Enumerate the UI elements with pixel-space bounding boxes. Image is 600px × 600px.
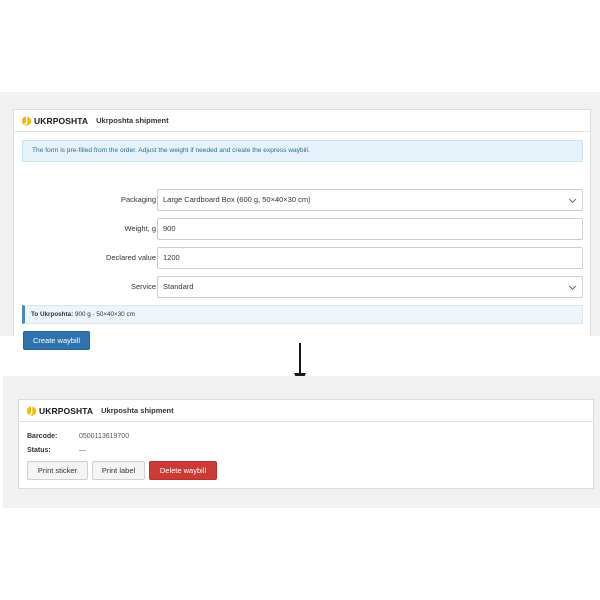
packaging-select[interactable]: Large Cardboard Box (600 g, 50×40×30 cm) [157,189,583,211]
brand-logo: UKRPOSHTA [21,115,88,126]
declared-value-label: Declared value [105,253,156,262]
brand-logo: UKRPOSHTA [26,405,93,416]
print-label-button[interactable]: Print label [92,461,145,480]
shipment-form-panel: UKRPOSHTA Ukrposhta shipment The form is… [13,109,592,350]
panel-title: Ukrposhta shipment [101,406,174,415]
status-value: — [79,447,86,454]
summary-value: 900 g · 50×40×30 cm [74,311,135,318]
service-row: Service Standard [14,276,592,298]
chevron-down-icon [568,195,577,204]
ukrposhta-logo-icon [21,116,32,126]
brand-name: UKRPOSHTA [34,115,89,126]
declared-value-value: 1200 [163,253,180,262]
info-alert: The form is pre-filled from the order. A… [22,140,583,162]
status-label: Status: [27,447,51,454]
before-screenshot: UKRPOSHTA Ukrposhta shipment The form is… [0,92,600,350]
barcode-label: Barcode: [27,433,58,440]
declared-value-row: Declared value 1200 [14,247,592,269]
weight-value: 900 [163,224,176,233]
delete-waybill-button[interactable]: Delete waybill [149,461,217,480]
panel-header: UKRPOSHTA Ukrposhta shipment [14,110,590,132]
summary-bar: To Ukrposhta: 900 g · 50×40×30 cm [22,305,583,324]
panel-header: UKRPOSHTA Ukrposhta shipment [19,400,593,422]
service-value: Standard [163,282,194,291]
shipment-result-panel: UKRPOSHTA Ukrposhta shipment Barcode: 05… [18,399,594,489]
ukrposhta-logo-icon [26,406,37,416]
declared-value-input[interactable]: 1200 [157,247,583,269]
summary-label: To Ukrposhta: [31,311,74,318]
service-select[interactable]: Standard [157,276,583,298]
brand-name: UKRPOSHTA [39,405,94,416]
chevron-down-icon [568,282,577,291]
weight-row: Weight, g 900 [14,218,592,240]
packaging-row: Packaging Large Cardboard Box (600 g, 50… [14,189,592,211]
barcode-value: 0500113619700 [79,433,130,440]
after-screenshot: UKRPOSHTA Ukrposhta shipment Barcode: 05… [3,376,600,508]
packaging-label: Packaging [120,195,156,204]
transition-arrow-line [299,343,301,375]
print-sticker-button[interactable]: Print sticker [27,461,88,480]
create-waybill-button[interactable]: Create waybill [23,331,90,350]
service-label: Service [130,282,156,291]
weight-label: Weight, g [124,224,156,233]
panel-title: Ukrposhta shipment [96,116,169,125]
packaging-value: Large Cardboard Box (600 g, 50×40×30 cm) [163,195,311,204]
weight-input[interactable]: 900 [157,218,583,240]
